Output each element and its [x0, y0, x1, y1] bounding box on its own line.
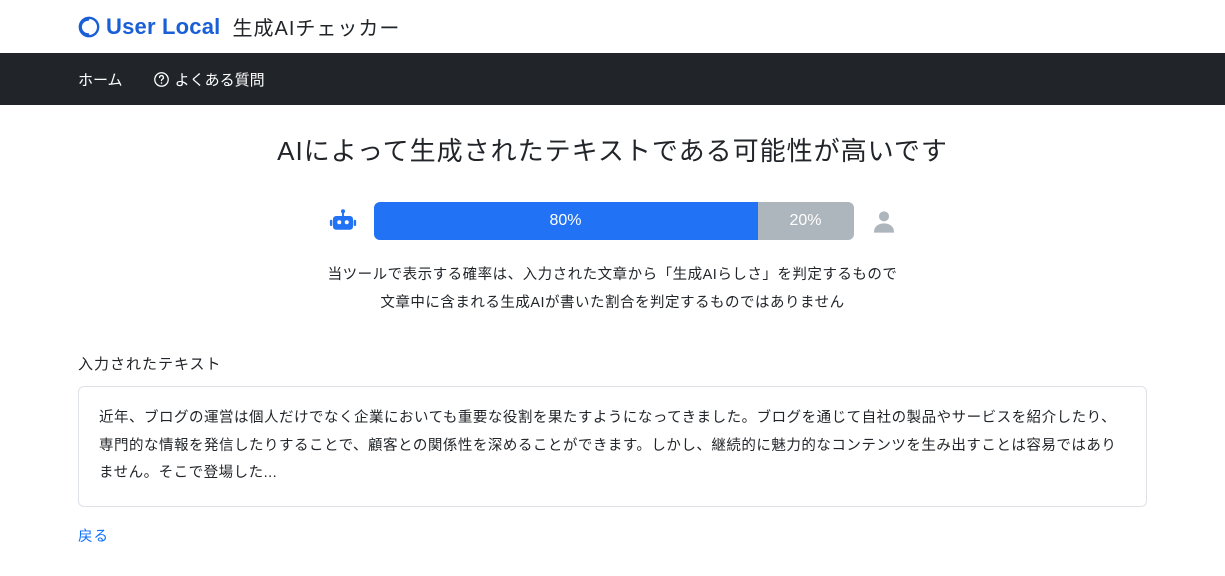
- nav-home[interactable]: ホーム: [78, 69, 123, 90]
- brand-logo[interactable]: User Local: [78, 14, 221, 40]
- nav-bar: ホーム よくある質問: [0, 53, 1225, 105]
- nav-faq-label: よくある質問: [175, 69, 265, 90]
- robot-icon: [328, 206, 358, 236]
- back-link[interactable]: 戻る: [78, 529, 109, 545]
- userlocal-logo-icon: [78, 16, 100, 38]
- disclaimer-line-1: 当ツールで表示する確率は、入力された文章から「生成AIらしさ」を判定するもので: [78, 262, 1147, 290]
- brand-name: User Local: [106, 14, 221, 40]
- human-segment: 20%: [758, 202, 854, 240]
- ai-segment: 80%: [374, 202, 758, 240]
- result-heading: AIによって生成されたテキストである可能性が高いです: [78, 131, 1147, 168]
- input-section-label: 入力されたテキスト: [78, 353, 1147, 374]
- top-header: User Local 生成AIチェッカー: [0, 0, 1225, 53]
- question-circle-icon: [153, 71, 170, 88]
- disclaimer-line-2: 文章中に含まれる生成AIが書いた割合を判定するものではありません: [78, 290, 1147, 318]
- ai-percent-label: 80%: [549, 212, 581, 230]
- input-text-display: 近年、ブログの運営は個人だけでなく企業においても重要な役割を果たすようになってき…: [78, 386, 1147, 507]
- probability-gauge: 80% 20%: [78, 202, 1147, 240]
- nav-faq[interactable]: よくある質問: [153, 69, 265, 90]
- nav-home-label: ホーム: [78, 69, 123, 90]
- disclaimer-text: 当ツールで表示する確率は、入力された文章から「生成AIらしさ」を判定するもので …: [78, 262, 1147, 317]
- person-icon: [870, 207, 898, 235]
- main-content: AIによって生成されたテキストである可能性が高いです 80% 20%: [0, 105, 1225, 576]
- app-title: 生成AIチェッカー: [233, 12, 401, 41]
- probability-bar: 80% 20%: [374, 202, 854, 240]
- human-percent-label: 20%: [789, 212, 821, 230]
